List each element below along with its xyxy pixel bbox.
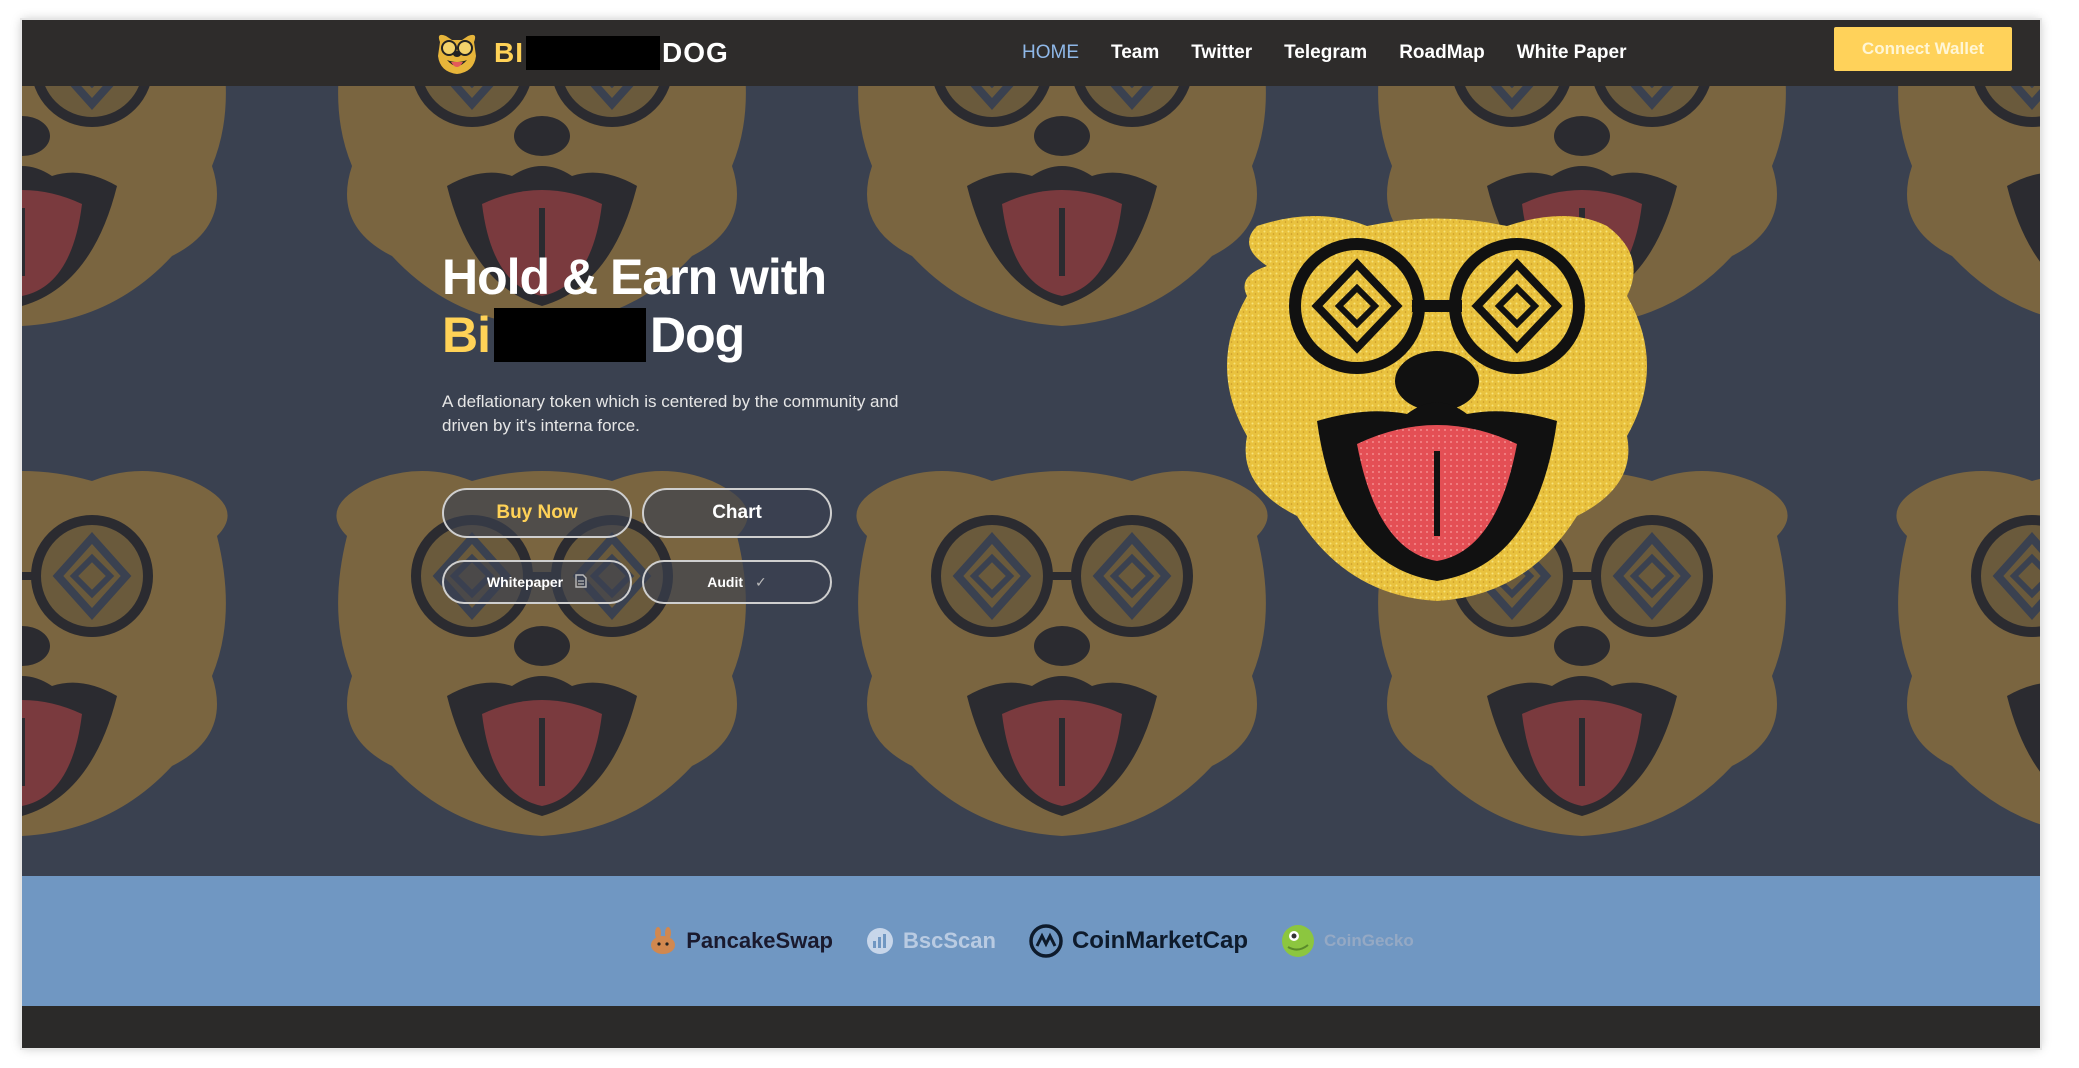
- headline-line-1: Hold & Earn with: [442, 249, 827, 305]
- partner-bscscan[interactable]: BscScan: [865, 926, 996, 956]
- dog-pattern-background: [22, 86, 2040, 876]
- nav-link-telegram[interactable]: Telegram: [1284, 42, 1367, 64]
- document-icon: [575, 573, 587, 591]
- brand-name: BI DOG: [494, 36, 729, 70]
- bscscan-icon: [867, 928, 893, 954]
- audit-label: Audit: [707, 574, 744, 590]
- pancake-bunny-icon: [651, 927, 676, 954]
- secondary-button-row: Whitepaper Audit ✓: [442, 560, 1002, 604]
- nav-links: HOME Team Twitter Telegram RoadMap White…: [1022, 20, 1659, 86]
- coingecko-icon: [1281, 925, 1314, 957]
- audit-button[interactable]: Audit ✓: [642, 560, 832, 604]
- nav-link-roadmap[interactable]: RoadMap: [1399, 42, 1485, 64]
- navbar: BI DOG HOME Team Twitter Telegram RoadMa…: [22, 20, 2040, 86]
- redaction-block: [526, 36, 660, 70]
- partner-name: PancakeSwap: [686, 928, 833, 953]
- dog-head-logo-icon: [438, 34, 476, 74]
- headline-brand: Bi: [442, 307, 491, 363]
- partner-name: CoinMarketCap: [1071, 927, 1248, 954]
- nav-link-home[interactable]: HOME: [1022, 42, 1079, 64]
- buy-now-label: Buy Now: [496, 502, 578, 523]
- hero-headline: Hold & Earn with Bi Dog: [442, 248, 1002, 364]
- brand-name-prefix: BI: [494, 37, 524, 68]
- nav-link-white-paper[interactable]: White Paper: [1517, 42, 1627, 64]
- nav-link-team[interactable]: Team: [1111, 42, 1159, 64]
- chart-label: Chart: [712, 502, 762, 523]
- headline-line-2: Bi Dog: [442, 306, 1002, 364]
- headline-suffix: Dog: [650, 307, 745, 363]
- brand-logo[interactable]: BI DOG: [432, 28, 729, 78]
- partner-coinmarketcap[interactable]: CoinMarketCap: [1028, 923, 1248, 959]
- footer-bar: [22, 1006, 2040, 1048]
- page-frame: BI DOG HOME Team Twitter Telegram RoadMa…: [22, 20, 2040, 1048]
- nav-link-twitter[interactable]: Twitter: [1191, 42, 1252, 64]
- partner-name: CoinGecko: [1323, 931, 1414, 950]
- hero-content: Hold & Earn with Bi Dog A deflationary t…: [442, 248, 1002, 604]
- redaction-block: [494, 308, 646, 362]
- partners-bar: PancakeSwap BscScan CoinMarketCap CoinGe…: [22, 876, 2040, 1006]
- coinmarketcap-icon: [1029, 924, 1063, 958]
- mascot-dog-icon: [1227, 216, 1647, 601]
- chart-button[interactable]: Chart: [642, 488, 832, 538]
- hero-section: Hold & Earn with Bi Dog A deflationary t…: [22, 86, 2040, 876]
- connect-wallet-button[interactable]: Connect Wallet: [1834, 27, 2012, 71]
- brand-name-suffix: DOG: [662, 37, 729, 68]
- partner-name: BscScan: [903, 928, 996, 953]
- primary-button-row: Buy Now Chart: [442, 488, 1002, 538]
- whitepaper-label: Whitepaper: [486, 574, 564, 590]
- check-icon: ✓: [755, 573, 767, 590]
- hero-subtitle: A deflationary token which is centered b…: [442, 392, 899, 435]
- partner-coingecko[interactable]: CoinGecko: [1280, 923, 1414, 959]
- partner-pancakeswap[interactable]: PancakeSwap: [648, 926, 833, 956]
- buy-now-button[interactable]: Buy Now: [442, 488, 632, 538]
- whitepaper-button[interactable]: Whitepaper: [442, 560, 632, 604]
